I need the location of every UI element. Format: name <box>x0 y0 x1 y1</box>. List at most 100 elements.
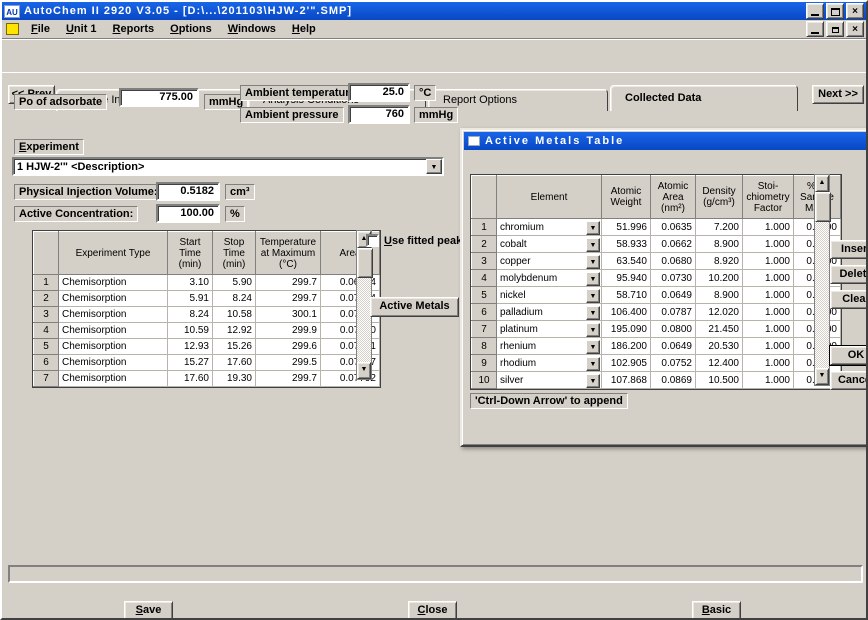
table-cell[interactable]: Chemisorption <box>59 355 168 371</box>
element-dropdown-icon[interactable]: ▼ <box>586 238 600 252</box>
table-cell[interactable]: Chemisorption <box>59 275 168 291</box>
table-cell[interactable]: 299.9 <box>256 323 321 339</box>
table-cell[interactable]: 0.0649 <box>651 338 696 355</box>
experiment-select[interactable]: 1 HJW-2'" <Description> ▼ <box>12 157 444 176</box>
mdi-close-icon[interactable]: × <box>846 21 864 37</box>
table-cell[interactable]: 17.60 <box>213 355 256 371</box>
delete-button[interactable]: Delete <box>830 265 868 284</box>
table-cell[interactable]: 21.450 <box>696 321 743 338</box>
table-cell[interactable]: 0.0662 <box>651 236 696 253</box>
table-cell[interactable]: 15.26 <box>213 339 256 355</box>
table-cell[interactable]: Chemisorption <box>59 307 168 323</box>
table-cell[interactable]: 8.920 <box>696 253 743 270</box>
menu-options[interactable]: Options <box>162 21 220 37</box>
table-cell[interactable]: 10.58 <box>213 307 256 323</box>
table-cell[interactable]: 1.000 <box>743 372 794 389</box>
metals-scrollbar[interactable]: ▲ ▼ <box>814 174 830 386</box>
table-cell[interactable]: 0.0752 <box>651 355 696 372</box>
table-cell[interactable]: 1.000 <box>743 321 794 338</box>
table-cell[interactable]: 1.000 <box>743 304 794 321</box>
table-cell[interactable]: 5.91 <box>168 291 213 307</box>
element-cell[interactable]: platinum▼ <box>497 321 602 338</box>
close-icon[interactable]: × <box>846 3 864 19</box>
table-cell[interactable]: 102.905 <box>602 355 651 372</box>
table-cell[interactable]: 10.500 <box>696 372 743 389</box>
element-cell[interactable]: silver▼ <box>497 372 602 389</box>
save-button[interactable]: Save <box>124 601 173 620</box>
element-dropdown-icon[interactable]: ▼ <box>586 289 600 303</box>
element-dropdown-icon[interactable]: ▼ <box>586 255 600 269</box>
table-cell[interactable]: 7.200 <box>696 219 743 236</box>
table-cell[interactable]: 299.7 <box>256 291 321 307</box>
menu-reports[interactable]: Reports <box>105 21 163 37</box>
table-cell[interactable]: Chemisorption <box>59 323 168 339</box>
table-cell[interactable]: 58.710 <box>602 287 651 304</box>
element-cell[interactable]: palladium▼ <box>497 304 602 321</box>
table-cell[interactable]: 10.59 <box>168 323 213 339</box>
table-cell[interactable]: 63.540 <box>602 253 651 270</box>
element-dropdown-icon[interactable]: ▼ <box>586 306 600 320</box>
table-cell[interactable]: 1.000 <box>743 270 794 287</box>
element-dropdown-icon[interactable]: ▼ <box>586 357 600 371</box>
element-cell[interactable]: rhodium▼ <box>497 355 602 372</box>
table-cell[interactable]: Chemisorption <box>59 339 168 355</box>
scroll-down-icon[interactable]: ▼ <box>815 368 829 385</box>
scroll-down-icon[interactable]: ▼ <box>357 362 371 379</box>
menu-help[interactable]: Help <box>284 21 324 37</box>
ambient-pressure-input[interactable]: 760 <box>348 105 410 124</box>
table-cell[interactable]: 0.0730 <box>651 270 696 287</box>
cancel-button[interactable]: Cancel <box>830 371 868 390</box>
table-cell[interactable]: 299.7 <box>256 275 321 291</box>
element-cell[interactable]: copper▼ <box>497 253 602 270</box>
menu-unit-1[interactable]: Unit 1 <box>58 21 105 37</box>
table-cell[interactable]: 0.0800 <box>651 321 696 338</box>
table-cell[interactable]: 12.020 <box>696 304 743 321</box>
table-cell[interactable]: 299.5 <box>256 355 321 371</box>
table-cell[interactable]: 3.10 <box>168 275 213 291</box>
table-cell[interactable]: 300.1 <box>256 307 321 323</box>
table-cell[interactable]: 1.000 <box>743 338 794 355</box>
table-cell[interactable]: 12.400 <box>696 355 743 372</box>
maximize-icon[interactable] <box>826 3 844 19</box>
table-cell[interactable]: 1.000 <box>743 253 794 270</box>
ok-button[interactable]: OK <box>830 346 868 365</box>
table-cell[interactable]: 299.6 <box>256 339 321 355</box>
table-cell[interactable]: 0.0869 <box>651 372 696 389</box>
table-cell[interactable]: 8.24 <box>168 307 213 323</box>
table-cell[interactable]: 19.30 <box>213 371 256 387</box>
table-cell[interactable]: 106.400 <box>602 304 651 321</box>
table-cell[interactable]: Chemisorption <box>59 371 168 387</box>
menu-windows[interactable]: Windows <box>220 21 284 37</box>
mdi-restore-icon[interactable] <box>826 21 844 37</box>
table-cell[interactable]: 20.530 <box>696 338 743 355</box>
mdi-minimize-icon[interactable] <box>806 21 824 37</box>
table-cell[interactable]: 195.090 <box>602 321 651 338</box>
table-cell[interactable]: 0.0649 <box>651 287 696 304</box>
active-metals-button[interactable]: Active Metals <box>370 297 459 317</box>
physical-injection-volume-input[interactable]: 0.5182 <box>156 182 220 201</box>
active-concentration-input[interactable]: 100.00 <box>156 204 220 223</box>
table-cell[interactable]: 1.000 <box>743 219 794 236</box>
table-cell[interactable]: 10.200 <box>696 270 743 287</box>
table-cell[interactable]: 1.000 <box>743 236 794 253</box>
element-dropdown-icon[interactable]: ▼ <box>586 221 600 235</box>
scroll-up-icon[interactable]: ▲ <box>815 175 829 192</box>
close-button[interactable]: Close <box>408 601 457 620</box>
element-cell[interactable]: chromium▼ <box>497 219 602 236</box>
element-cell[interactable]: nickel▼ <box>497 287 602 304</box>
table-cell[interactable]: Chemisorption <box>59 291 168 307</box>
scrollbar-thumb[interactable] <box>357 248 373 278</box>
table-cell[interactable]: 5.90 <box>213 275 256 291</box>
table-cell[interactable]: 299.7 <box>256 371 321 387</box>
table-cell[interactable]: 51.996 <box>602 219 651 236</box>
table-cell[interactable]: 1.000 <box>743 287 794 304</box>
element-dropdown-icon[interactable]: ▼ <box>586 272 600 286</box>
menu-file[interactable]: File <box>23 21 58 37</box>
table-cell[interactable]: 0.0635 <box>651 219 696 236</box>
element-dropdown-icon[interactable]: ▼ <box>586 323 600 337</box>
clear-button[interactable]: Clear <box>830 290 868 309</box>
table-cell[interactable]: 12.92 <box>213 323 256 339</box>
element-dropdown-icon[interactable]: ▼ <box>586 340 600 354</box>
dropdown-arrow-icon[interactable]: ▼ <box>426 159 442 174</box>
table-cell[interactable]: 0.0680 <box>651 253 696 270</box>
